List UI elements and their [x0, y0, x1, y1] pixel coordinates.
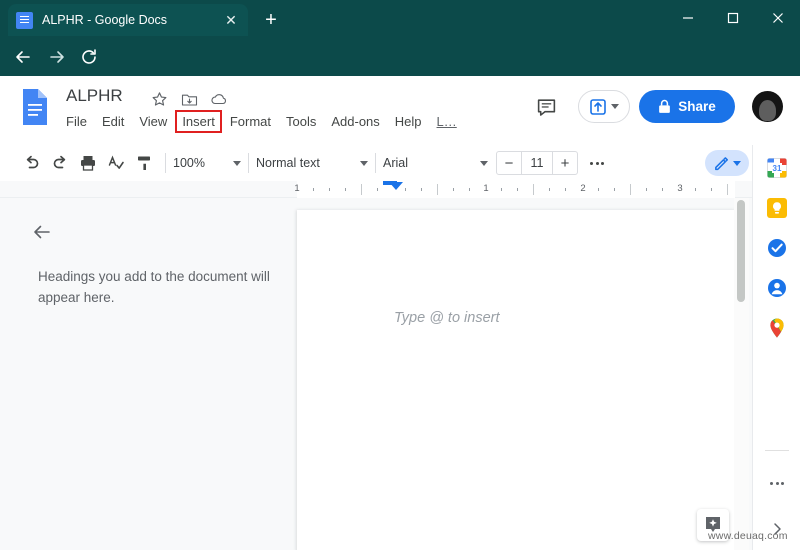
menu-item-tools[interactable]: Tools [286, 114, 316, 129]
outline-empty-message: Headings you add to the document will ap… [38, 269, 270, 305]
google-keep-icon[interactable] [765, 196, 789, 220]
reload-icon[interactable] [76, 44, 102, 70]
menu-item-file[interactable]: File [66, 114, 87, 129]
lock-icon [659, 99, 671, 113]
browser-tabstrip: ALPHR - Google Docs ✕ + [0, 0, 800, 36]
user-avatar[interactable] [752, 91, 783, 122]
zoom-selector[interactable]: 100% [173, 156, 241, 170]
paint-format-icon[interactable] [130, 149, 158, 177]
document-page[interactable]: Type @ to insert [297, 210, 734, 550]
window-controls [665, 0, 800, 36]
editing-mode-button[interactable] [705, 150, 749, 176]
comment-icon[interactable] [531, 92, 561, 122]
present-button[interactable] [578, 90, 630, 123]
font-size-decrease-button[interactable]: − [497, 152, 521, 174]
spellcheck-icon[interactable] [102, 149, 130, 177]
maximize-icon[interactable] [710, 0, 755, 36]
move-to-folder-icon[interactable] [179, 89, 199, 109]
menu-item-insert[interactable]: Insert [175, 110, 222, 133]
document-title[interactable]: ALPHR [66, 86, 123, 106]
close-icon[interactable] [755, 0, 800, 36]
font-family-selector[interactable]: Arial [383, 156, 488, 170]
cloud-saved-icon[interactable] [209, 89, 229, 109]
zoom-value: 100% [173, 156, 205, 170]
present-icon [590, 98, 606, 115]
watermark: www.deuaq.com [708, 530, 788, 542]
ruler-label-0: 1 [294, 183, 300, 194]
menu-item-format[interactable]: Format [230, 114, 271, 129]
browser-window: ALPHR - Google Docs ✕ + ALPHR File Edit … [0, 0, 800, 550]
paragraph-style-selector[interactable]: Normal text [256, 156, 368, 170]
paragraph-style-value: Normal text [256, 156, 320, 170]
ruler-label-2: 2 [580, 183, 586, 194]
share-button[interactable]: Share [639, 90, 735, 123]
chevron-down-icon [480, 160, 488, 166]
pencil-icon [715, 156, 729, 170]
google-maps-icon[interactable] [765, 316, 789, 340]
google-tasks-icon[interactable] [765, 236, 789, 260]
share-button-label: Share [678, 99, 716, 114]
ruler-label-1: 1 [483, 183, 489, 194]
chevron-down-icon [360, 160, 368, 166]
font-family-value: Arial [383, 156, 409, 170]
google-docs-logo-icon[interactable] [20, 88, 50, 126]
forward-arrow-icon[interactable] [44, 44, 70, 70]
ruler[interactable]: 1 1 2 3 [0, 181, 752, 198]
svg-text:31: 31 [773, 164, 782, 173]
browser-tab[interactable]: ALPHR - Google Docs ✕ [8, 4, 248, 36]
font-size-value[interactable]: 11 [521, 152, 553, 174]
outline-back-arrow-icon[interactable] [28, 218, 56, 246]
document-outline-panel: Headings you add to the document will ap… [0, 198, 297, 550]
indent-marker-icon[interactable] [389, 182, 403, 190]
ruler-track [297, 181, 735, 198]
undo-icon[interactable] [18, 149, 46, 177]
font-size-stepper[interactable]: − 11 + [496, 151, 578, 175]
back-arrow-icon[interactable] [10, 44, 36, 70]
more-options-icon[interactable] [584, 150, 610, 176]
menu-item-help[interactable]: Help [395, 114, 422, 129]
chevron-down-icon[interactable] [611, 104, 619, 109]
menu-item-edit[interactable]: Edit [102, 114, 124, 129]
document-scrollbar[interactable] [734, 198, 749, 550]
star-icon[interactable] [149, 89, 169, 109]
document-scrollbar-thumb[interactable] [737, 200, 745, 302]
new-tab-button[interactable]: + [258, 8, 284, 34]
docs-menubar: File Edit View Insert Format Tools Add-o… [66, 110, 457, 133]
browser-toolbar: docs.google.com/document/d/1_iUdLaOnw3Xb… [0, 36, 800, 106]
more-add-ons-icon[interactable] [769, 475, 785, 491]
minimize-icon[interactable] [665, 0, 710, 36]
redo-icon[interactable] [46, 149, 74, 177]
font-size-increase-button[interactable]: + [553, 152, 577, 174]
google-apps-sidebar: 31 [752, 145, 800, 550]
print-icon[interactable] [74, 149, 102, 177]
document-placeholder-text: Type @ to insert [394, 310, 500, 326]
ruler-label-3: 3 [677, 183, 683, 194]
menu-item-addons[interactable]: Add-ons [331, 114, 379, 129]
google-contacts-icon[interactable] [765, 276, 789, 300]
chevron-down-icon[interactable] [733, 160, 741, 166]
docs-toolbar: 100% Normal text Arial − 11 + [0, 145, 800, 181]
google-calendar-icon[interactable]: 31 [765, 156, 789, 180]
tab-close-icon[interactable]: ✕ [222, 11, 240, 29]
menu-item-view[interactable]: View [139, 114, 167, 129]
chevron-down-icon [233, 160, 241, 166]
sidebar-divider [765, 450, 789, 451]
docs-workspace: Headings you add to the document will ap… [0, 198, 752, 550]
google-docs-favicon-icon [16, 11, 33, 29]
tab-title: ALPHR - Google Docs [42, 13, 168, 27]
last-edit-label[interactable]: L… [437, 114, 457, 129]
